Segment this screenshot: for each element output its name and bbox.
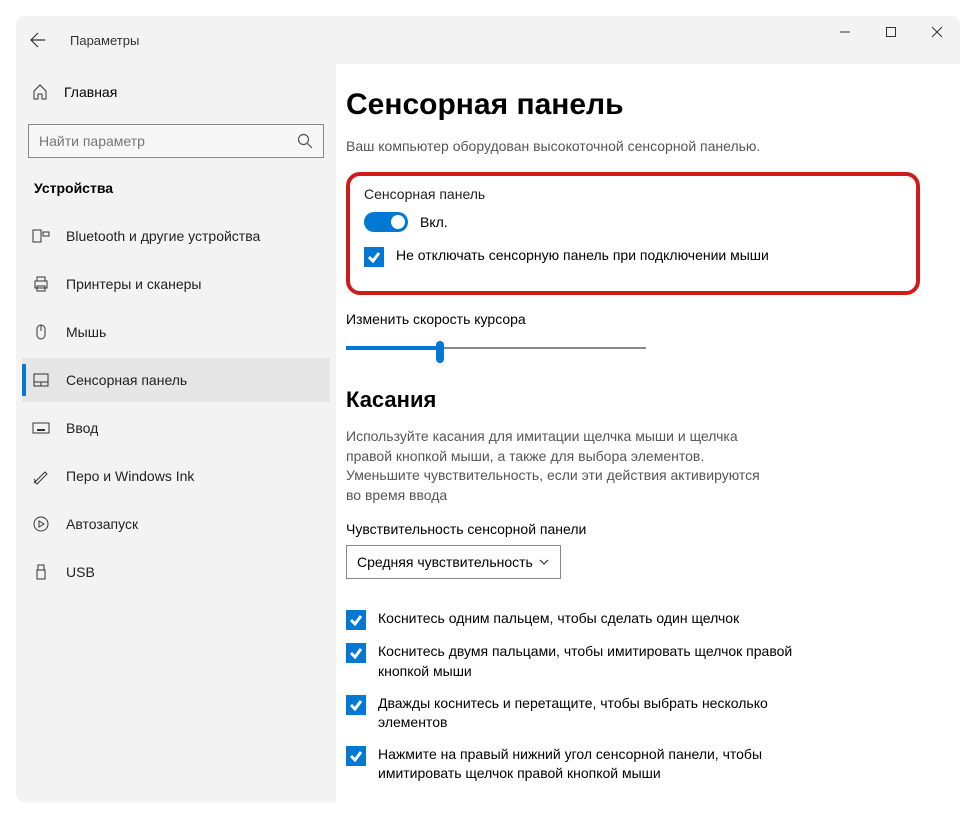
nav-label: Bluetooth и другие устройства — [66, 228, 260, 244]
back-button[interactable] — [30, 32, 70, 48]
tap-drag-label: Дважды коснитесь и перетащите, чтобы выб… — [378, 694, 798, 733]
cursor-speed-label: Изменить скорость курсора — [346, 311, 920, 327]
cursor-speed-slider[interactable] — [346, 337, 646, 361]
keyboard-icon — [32, 419, 50, 437]
nav-typing[interactable]: Ввод — [22, 406, 330, 450]
nav-label: Автозапуск — [66, 516, 138, 532]
usb-icon — [32, 563, 50, 581]
sidebar: Главная Устройства Bluetooth и другие ус… — [16, 64, 336, 802]
nav-mouse[interactable]: Мышь — [22, 310, 330, 354]
tap-single-label: Коснитесь одним пальцем, чтобы сделать о… — [378, 609, 739, 629]
check-icon — [349, 749, 363, 763]
nav-label: Перо и Windows Ink — [66, 468, 194, 484]
tap-two-label: Коснитесь двумя пальцами, чтобы имитиров… — [378, 642, 798, 681]
search-field[interactable] — [39, 133, 297, 149]
nav-touchpad[interactable]: Сенсорная панель — [22, 358, 330, 402]
page-title: Сенсорная панель — [346, 88, 920, 122]
section-label: Устройства — [22, 176, 330, 214]
minimize-button[interactable] — [822, 16, 868, 48]
nav-autoplay[interactable]: Автозапуск — [22, 502, 330, 546]
keep-on-mouse-checkbox[interactable] — [364, 247, 384, 267]
nav-label: USB — [66, 564, 95, 580]
nav-pen[interactable]: Перо и Windows Ink — [22, 454, 330, 498]
toggle-knob — [391, 215, 405, 229]
touches-heading: Касания — [346, 387, 920, 413]
check-icon — [349, 698, 363, 712]
main-content: Сенсорная панель Ваш компьютер оборудова… — [336, 64, 960, 802]
toggle-state-label: Вкл. — [420, 214, 448, 230]
corner-click-label: Нажмите на правый нижний угол сенсорной … — [378, 745, 798, 784]
nav-printers[interactable]: Принтеры и сканеры — [22, 262, 330, 306]
arrow-left-icon — [30, 32, 46, 48]
sensitivity-select[interactable]: Средняя чувствительность — [346, 545, 561, 579]
slider-thumb[interactable] — [436, 341, 444, 363]
titlebar: Параметры — [16, 16, 960, 64]
nav-usb[interactable]: USB — [22, 550, 330, 594]
search-input[interactable] — [28, 124, 324, 158]
page-description: Ваш компьютер оборудован высокоточной се… — [346, 138, 920, 154]
nav-label: Сенсорная панель — [66, 372, 187, 388]
nav-label: Ввод — [66, 420, 98, 436]
highlighted-section: Сенсорная панель Вкл. Не отключать сенсо… — [346, 172, 920, 295]
pen-icon — [32, 467, 50, 485]
corner-click-checkbox[interactable] — [346, 746, 366, 766]
home-label: Главная — [64, 84, 117, 100]
keep-on-mouse-label: Не отключать сенсорную панель при подклю… — [396, 246, 769, 266]
check-icon — [367, 250, 381, 264]
tap-drag-checkbox[interactable] — [346, 695, 366, 715]
window-title: Параметры — [70, 33, 139, 48]
touches-description: Используйте касания для имитации щелчка … — [346, 427, 776, 505]
printer-icon — [32, 275, 50, 293]
touchpad-icon — [32, 371, 50, 389]
mouse-icon — [32, 323, 50, 341]
nav-list: Bluetooth и другие устройства Принтеры и… — [22, 214, 330, 594]
check-icon — [349, 613, 363, 627]
nav-bluetooth[interactable]: Bluetooth и другие устройства — [22, 214, 330, 258]
slider-fill — [346, 346, 442, 350]
sensitivity-label: Чувствительность сенсорной панели — [346, 521, 920, 537]
tap-two-checkbox[interactable] — [346, 643, 366, 663]
chevron-down-icon — [538, 556, 550, 568]
nav-label: Принтеры и сканеры — [66, 276, 201, 292]
home-icon — [32, 84, 48, 100]
toggle-group-label: Сенсорная панель — [364, 186, 902, 202]
search-icon — [297, 133, 313, 149]
nav-label: Мышь — [66, 324, 106, 340]
close-button[interactable] — [914, 16, 960, 48]
autoplay-icon — [32, 515, 50, 533]
maximize-button[interactable] — [868, 16, 914, 48]
check-icon — [349, 646, 363, 660]
touchpad-toggle[interactable] — [364, 212, 408, 232]
tap-single-checkbox[interactable] — [346, 610, 366, 630]
bluetooth-icon — [32, 227, 50, 245]
home-link[interactable]: Главная — [22, 72, 330, 112]
sensitivity-value: Средняя чувствительность — [357, 554, 533, 570]
